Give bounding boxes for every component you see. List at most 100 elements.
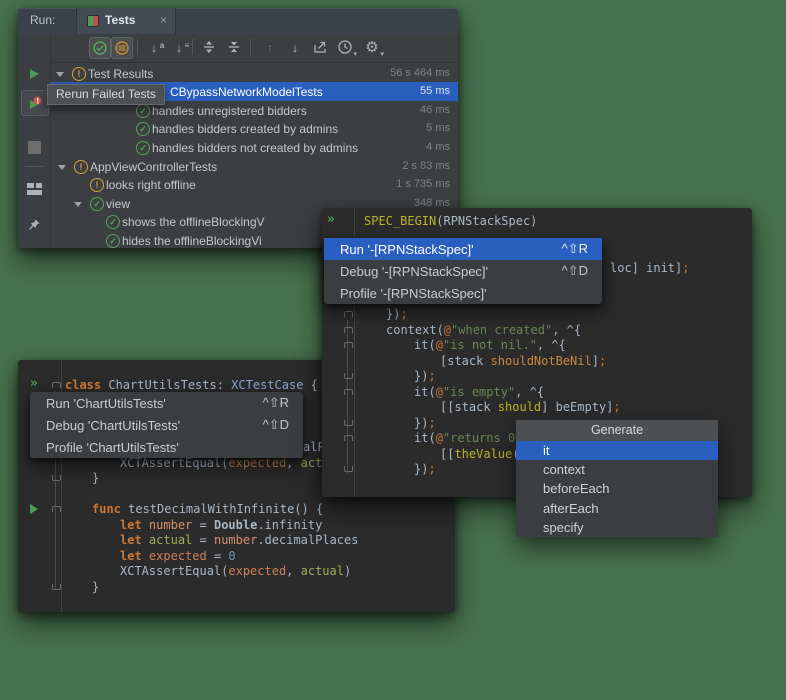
- test-passed-icon: ✓: [136, 122, 150, 136]
- test-name-label: shows the offlineBlockingV: [122, 215, 265, 229]
- code-line: }: [92, 579, 99, 595]
- kiwi-spec-editor[interactable]: Generate itcontextbeforeEachafterEachspe…: [322, 208, 752, 497]
- test-name-label: hides the offlineBlockingVi: [122, 234, 262, 248]
- run-window-header: Run: Tests ×: [18, 8, 458, 34]
- show-ignored-button[interactable]: [111, 37, 133, 59]
- show-passed-button[interactable]: [89, 37, 111, 59]
- settings-button[interactable]: ⚙▾: [362, 37, 382, 57]
- sort-duration-icon: ↓≡: [176, 40, 183, 55]
- chevron-down-icon: ▾: [380, 50, 384, 58]
- fold-marker-icon[interactable]: [344, 389, 353, 395]
- fold-marker-icon[interactable]: [344, 311, 353, 317]
- fold-marker-icon[interactable]: [344, 327, 353, 333]
- test-name-label: Test Results: [88, 67, 153, 81]
- test-tree-row[interactable]: !looks right offline1 s 735 ms: [18, 175, 458, 194]
- test-runner-toolbar: ↓a↓≡↑↓▾⚙▾: [50, 34, 458, 63]
- run-all-gutter-icon[interactable]: »: [327, 213, 335, 227]
- test-name-label: CBypassNetworkModelTests: [170, 85, 323, 99]
- tab-tests[interactable]: Tests ×: [76, 8, 176, 34]
- fold-marker-icon[interactable]: [52, 584, 61, 590]
- test-passed-icon: ✓: [106, 234, 120, 248]
- fold-marker-icon[interactable]: [52, 382, 61, 388]
- code-line: }: [92, 470, 99, 486]
- collapse-all-icon: [226, 39, 242, 55]
- arrow-up-icon: ↑: [267, 40, 274, 55]
- chevron-expanded-icon[interactable]: [74, 202, 82, 207]
- test-name-label: handles unregistered bidders: [152, 104, 307, 118]
- menu-item[interactable]: Debug 'ChartUtilsTests'^⇧D: [30, 414, 303, 436]
- chevron-down-icon: ▾: [353, 50, 357, 58]
- sort-by-duration-button[interactable]: ↓≡: [169, 37, 189, 57]
- generate-popup: Generate itcontextbeforeEachafterEachspe…: [516, 420, 718, 537]
- code-line: let actual = number.decimalPlaces: [120, 532, 358, 548]
- fold-marker-icon[interactable]: [344, 342, 353, 348]
- expand-all-button[interactable]: [199, 37, 219, 57]
- fold-marker-icon[interactable]: [52, 506, 61, 512]
- code-line: [stack shouldNotBeNil];: [440, 353, 606, 369]
- code-line: let number = Double.infinity: [120, 517, 322, 533]
- menu-item[interactable]: Run '-[RPNStackSpec]'^⇧R: [324, 238, 602, 260]
- sort-alphabetically-button[interactable]: ↓a: [144, 37, 164, 57]
- chevron-expanded-icon[interactable]: [58, 165, 66, 170]
- test-name-label: handles bidders not created by admins: [152, 141, 358, 155]
- test-tree-row[interactable]: !AppViewControllerTests2 s 83 ms: [18, 157, 458, 176]
- test-duration: 5 ms: [426, 122, 450, 134]
- code-line: });: [414, 461, 436, 477]
- chevron-expanded-icon[interactable]: [56, 72, 64, 77]
- generate-item-specify[interactable]: specify: [516, 518, 718, 537]
- export-test-results-button[interactable]: [310, 37, 330, 57]
- generate-item-afterEach[interactable]: afterEach: [516, 499, 718, 518]
- code-line: it(@"returns 0: [414, 430, 515, 446]
- menu-item[interactable]: Debug '-[RPNStackSpec]'^⇧D: [324, 260, 602, 282]
- arrow-down-icon: ↓: [292, 40, 299, 55]
- test-name-label: handles bidders created by admins: [152, 122, 338, 136]
- menu-item[interactable]: Run 'ChartUtilsTests'^⇧R: [30, 392, 303, 414]
- code-line: loc] init];: [610, 260, 689, 276]
- test-duration: 2 s 83 ms: [402, 160, 450, 172]
- test-tree-row[interactable]: ✓handles bidders not created by admins4 …: [18, 138, 458, 157]
- test-passed-icon: ✓: [106, 215, 120, 229]
- fold-marker-icon[interactable]: [344, 435, 353, 441]
- run-all-gutter-icon[interactable]: »: [30, 377, 38, 391]
- test-name-label: looks right offline: [106, 178, 196, 192]
- code-line: [[stack should] beEmpty];: [440, 399, 621, 415]
- export-icon: [312, 39, 328, 55]
- toolbar-separator: [137, 39, 138, 55]
- fold-marker-icon[interactable]: [344, 373, 353, 379]
- generate-popup-title: Generate: [516, 420, 718, 441]
- code-line: func testDecimalWithInfinite() {: [92, 501, 323, 517]
- code-line: let expected = 0: [120, 548, 236, 564]
- fold-marker-icon[interactable]: [344, 466, 353, 472]
- test-duration: 56 s 464 ms: [390, 67, 450, 79]
- menu-item[interactable]: Profile '-[RPNStackSpec]': [324, 282, 602, 304]
- fold-marker-icon[interactable]: [344, 420, 353, 426]
- test-tree-row[interactable]: ✓handles bidders created by admins 5 ms: [18, 119, 458, 138]
- run-test-gutter-icon[interactable]: [30, 504, 38, 514]
- test-warning-icon: !: [74, 160, 88, 174]
- previous-failed-test-button[interactable]: ↑: [260, 37, 280, 57]
- check-circle-icon: [92, 40, 108, 56]
- tooltip-rerun-failed-tests: Rerun Failed Tests: [47, 84, 165, 105]
- test-tree-row[interactable]: !Test Results 56 s 464 ms: [18, 64, 458, 83]
- test-warning-icon: !: [90, 178, 104, 192]
- gear-icon: ⚙: [365, 38, 378, 56]
- fold-marker-icon[interactable]: [52, 475, 61, 481]
- test-history-button[interactable]: ▾: [335, 37, 355, 57]
- menu-item[interactable]: Profile 'ChartUtilsTests': [30, 436, 303, 458]
- test-duration: 55 ms: [420, 85, 450, 97]
- generate-item-it[interactable]: it: [516, 441, 718, 460]
- run-context-menu: Run 'ChartUtilsTests'^⇧RDebug 'ChartUtil…: [30, 392, 303, 458]
- next-failed-test-button[interactable]: ↓: [285, 37, 305, 57]
- code-line: });: [414, 415, 436, 431]
- sort-alpha-icon: ↓a: [151, 40, 158, 55]
- test-name-label: view: [106, 197, 130, 211]
- test-results-icon: [87, 15, 99, 27]
- generate-item-context[interactable]: context: [516, 460, 718, 479]
- toolbar-separator: [250, 39, 251, 55]
- close-icon[interactable]: ×: [160, 13, 167, 27]
- ignored-circle-icon: [114, 40, 130, 56]
- generate-item-beforeEach[interactable]: beforeEach: [516, 479, 718, 498]
- test-warning-icon: !: [72, 67, 86, 81]
- collapse-all-button[interactable]: [224, 37, 244, 57]
- run-window-title: Run:: [30, 13, 55, 27]
